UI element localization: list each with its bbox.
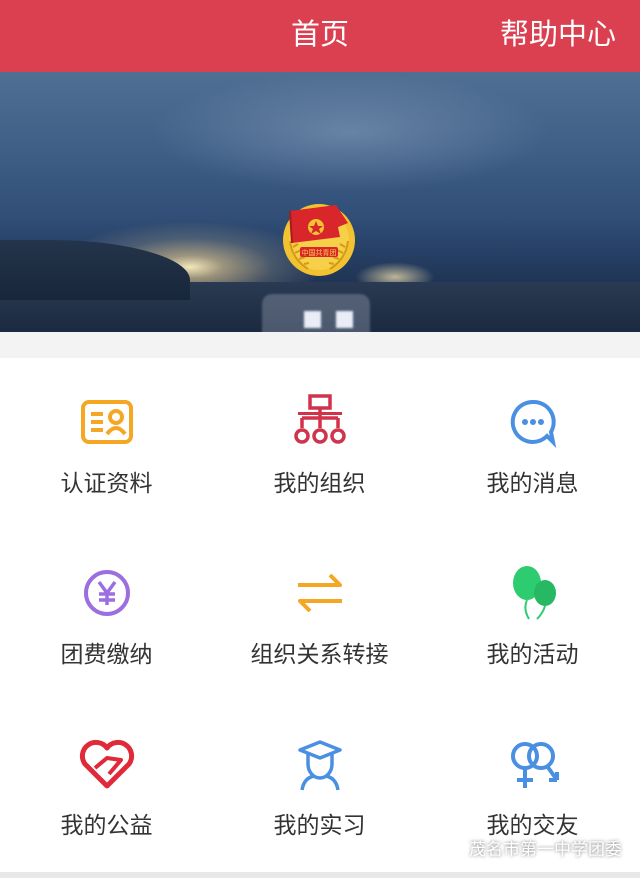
menu-item-label: 我的组织 bbox=[273, 471, 366, 497]
menu-item-my-organization[interactable]: 我的组织 bbox=[213, 358, 426, 529]
wechat-icon bbox=[445, 842, 465, 857]
yuan-coin-icon bbox=[83, 570, 130, 616]
chat-bubble-icon bbox=[510, 399, 556, 449]
menu-item-label: 团费缴纳 bbox=[60, 642, 153, 668]
menu-item-label: 认证资料 bbox=[60, 471, 153, 497]
menu-item-label: 我的实习 bbox=[273, 813, 366, 839]
profile-banner: 中国共青团 bbox=[0, 72, 640, 332]
menu-item-label: 我的公益 bbox=[60, 813, 153, 839]
menu-item-my-messages[interactable]: 我的消息 bbox=[426, 358, 639, 529]
menu-item-my-activities[interactable]: 我的活动 bbox=[426, 529, 639, 700]
wechat-watermark: 茂名市第一中学团委 bbox=[445, 838, 622, 862]
svg-text:中国共青团: 中国共青团 bbox=[302, 248, 337, 257]
watermark-text: 茂名市第一中学团委 bbox=[469, 840, 622, 860]
feature-grid: 认证资料 我的组织 我的消息 团费缴纳 组织关系转接 我的活动 我的公益 我的实… bbox=[0, 358, 640, 872]
transfer-arrows-icon bbox=[297, 573, 342, 613]
menu-item-my-internship[interactable]: 我的实习 bbox=[213, 700, 426, 871]
app-header: 首页 帮助中心 bbox=[0, 0, 640, 72]
org-chart-icon bbox=[293, 394, 346, 444]
menu-item-league-fee[interactable]: 团费缴纳 bbox=[0, 529, 213, 700]
help-center-link[interactable]: 帮助中心 bbox=[500, 14, 616, 54]
balloons-icon bbox=[512, 566, 556, 620]
graduate-icon bbox=[297, 740, 342, 791]
bottom-edge bbox=[0, 872, 640, 878]
menu-item-label: 我的消息 bbox=[486, 471, 579, 497]
menu-item-transfer[interactable]: 组织关系转接 bbox=[213, 529, 426, 700]
gender-symbols-icon bbox=[510, 742, 559, 788]
profile-name-blurred bbox=[262, 294, 370, 332]
menu-item-certification[interactable]: 认证资料 bbox=[0, 358, 213, 529]
menu-item-public-welfare[interactable]: 我的公益 bbox=[0, 700, 213, 871]
youth-league-emblem-icon[interactable]: 中国共青团 bbox=[278, 197, 360, 279]
menu-item-label: 组织关系转接 bbox=[250, 642, 389, 668]
id-card-icon bbox=[80, 400, 133, 444]
menu-item-label: 我的活动 bbox=[486, 642, 579, 668]
heart-hand-icon bbox=[79, 739, 134, 789]
